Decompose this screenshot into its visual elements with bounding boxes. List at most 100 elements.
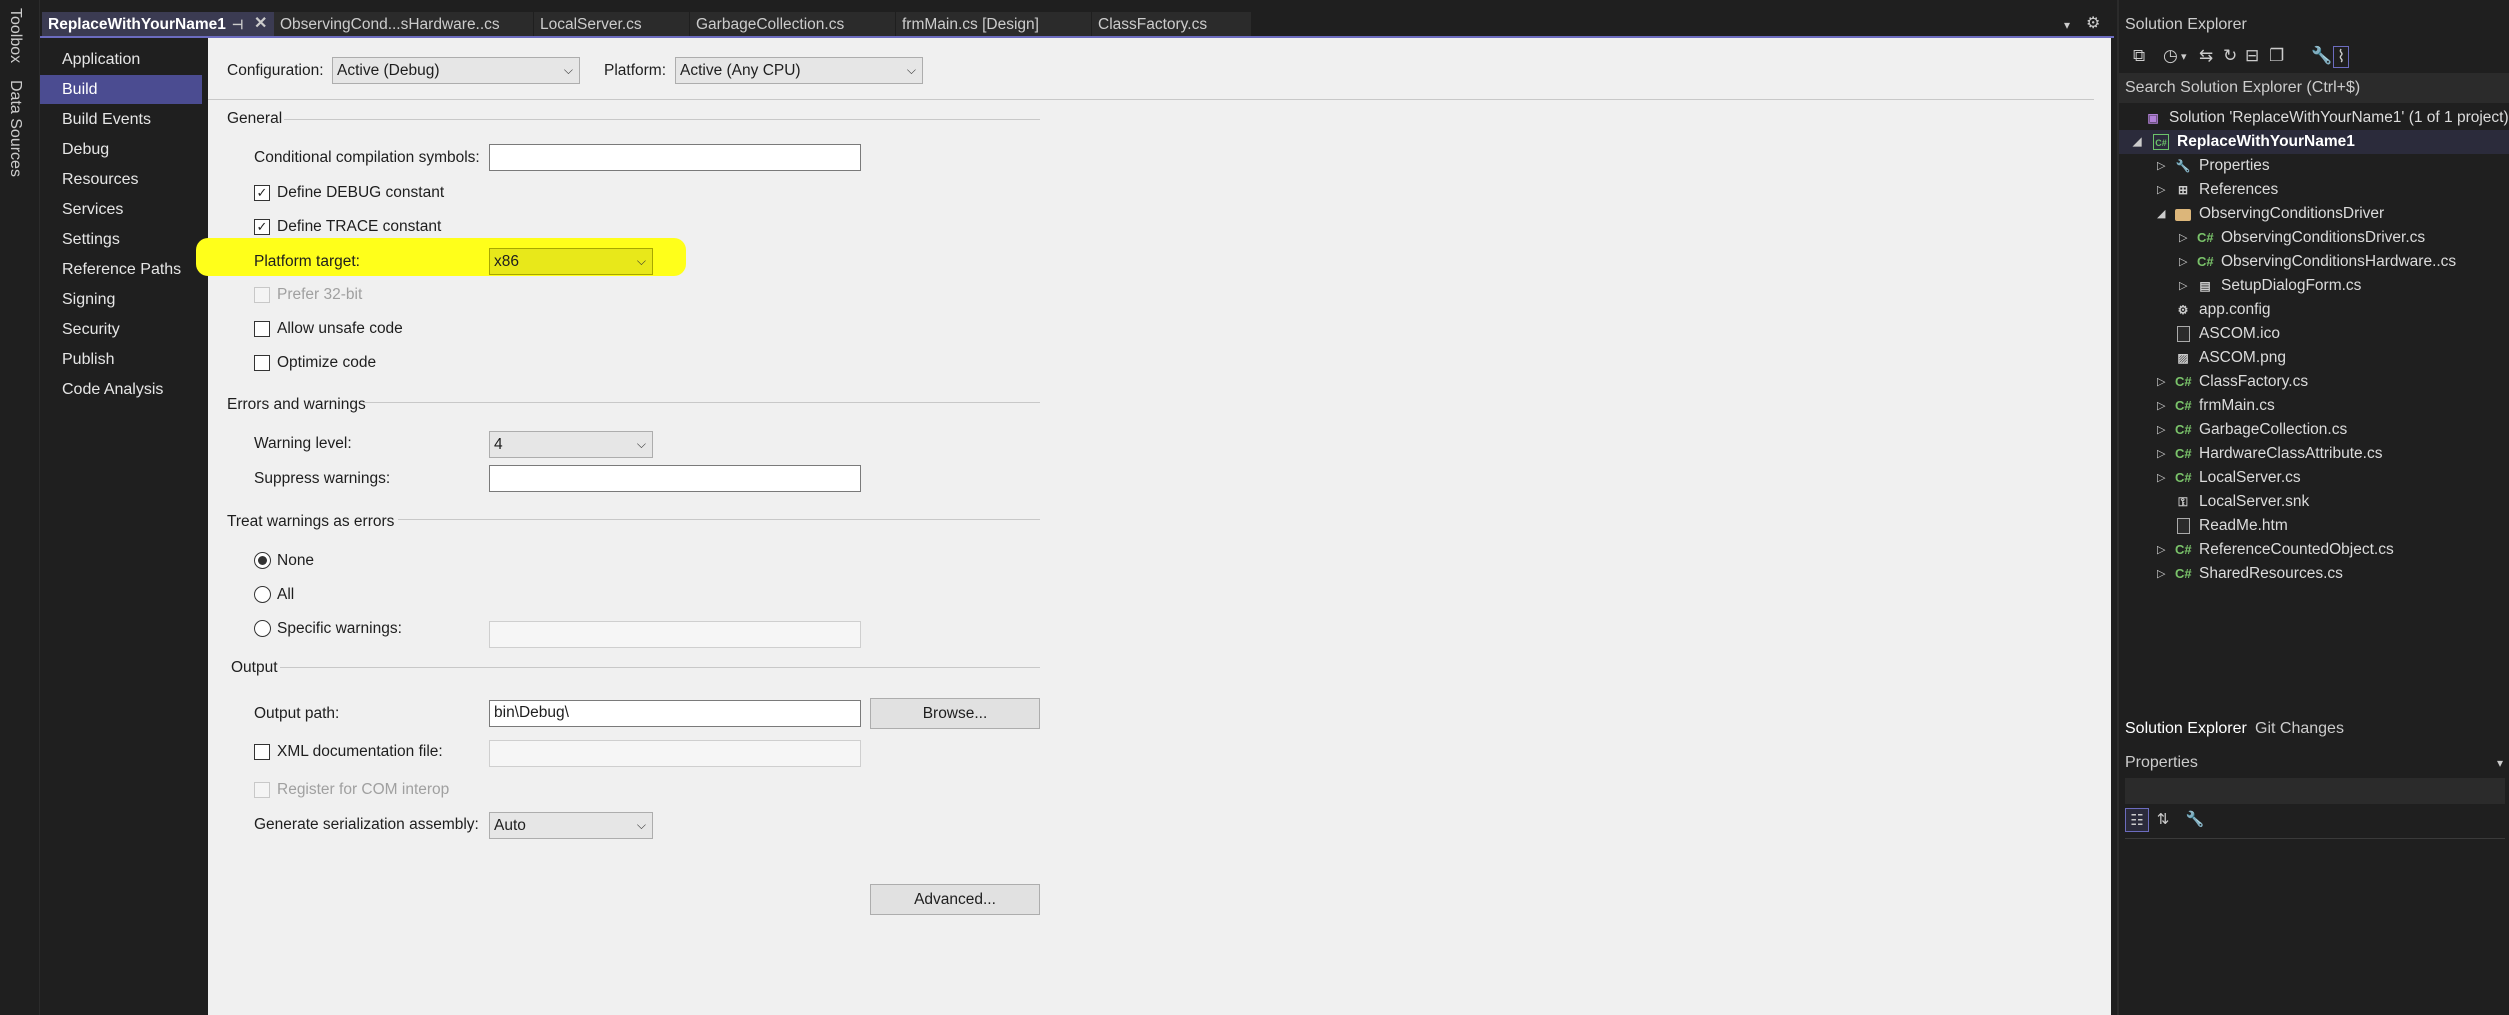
tree-refcounted[interactable]: ▷ C# ReferenceCountedObject.cs xyxy=(2119,538,2394,562)
tab-classfactory[interactable]: ClassFactory.cs xyxy=(1092,12,1252,37)
refresh-icon[interactable]: ↻ xyxy=(2223,46,2237,66)
chevron-down-icon[interactable]: ▾ xyxy=(2181,50,2187,63)
tree-references[interactable]: ▷ ⊞ References xyxy=(2119,178,2278,202)
tab-dropdown-icon[interactable]: ▾ xyxy=(2064,17,2070,33)
preview-icon[interactable]: ⌇ xyxy=(2333,46,2350,68)
serialization-label: Generate serialization assembly: xyxy=(254,816,479,833)
expand-arrow-icon[interactable]: ▷ xyxy=(2157,394,2165,418)
warning-level-combo[interactable]: 4 ⌵ xyxy=(489,431,653,458)
pin-icon[interactable]: ⊣ xyxy=(232,17,243,33)
sync-icon[interactable]: ⇆ xyxy=(2199,46,2213,66)
tree-project[interactable]: ◢ C# ReplaceWithYourName1 xyxy=(2119,130,2509,154)
chevron-down-icon: ⌵ xyxy=(563,63,573,77)
toolbox-tab[interactable]: Toolbox xyxy=(6,8,24,63)
tab-replacewithyourname1[interactable]: ReplaceWithYourName1 ⊣ ✕ xyxy=(42,12,274,37)
tab-frmmain-design[interactable]: frmMain.cs [Design] xyxy=(896,12,1092,37)
tree-garbage[interactable]: ▷ C# GarbageCollection.cs xyxy=(2119,418,2347,442)
nav-build-events[interactable]: Build Events xyxy=(40,105,202,134)
tree-label: ASCOM.png xyxy=(2199,349,2287,366)
collapse-all-icon[interactable]: ⊟ xyxy=(2245,46,2259,66)
tree-setup-file[interactable]: ▷ ▤ SetupDialogForm.cs xyxy=(2119,274,2361,298)
conditional-symbols-input[interactable] xyxy=(489,144,861,171)
tab-git-changes[interactable]: Git Changes xyxy=(2249,716,2350,742)
properties-object-combo[interactable] xyxy=(2125,778,2505,804)
xml-doc-checkbox[interactable] xyxy=(254,744,270,760)
tree-shared[interactable]: ▷ C# SharedResources.cs xyxy=(2119,562,2343,586)
expand-arrow-icon[interactable]: ▷ xyxy=(2179,226,2187,250)
tab-observingconditionshardware[interactable]: ObservingCond...sHardware..cs xyxy=(274,12,534,37)
nav-signing[interactable]: Signing xyxy=(40,285,202,314)
define-trace-checkbox[interactable]: ✓ xyxy=(254,219,270,235)
tree-properties[interactable]: ▷ 🔧 Properties xyxy=(2119,154,2270,178)
expand-arrow-icon[interactable]: ▷ xyxy=(2157,418,2165,442)
tree-ocd-file[interactable]: ▷ C# ObservingConditionsDriver.cs xyxy=(2119,226,2425,250)
expand-arrow-icon[interactable]: ▷ xyxy=(2157,178,2165,202)
expand-arrow-icon[interactable]: ▷ xyxy=(2179,274,2187,298)
nav-resources[interactable]: Resources xyxy=(40,165,202,194)
tree-frmmain[interactable]: ▷ C# frmMain.cs xyxy=(2119,394,2275,418)
csharp-file-icon: C# xyxy=(2197,230,2214,245)
switch-views-icon[interactable]: ⧉ xyxy=(2133,46,2145,66)
suppress-warnings-input[interactable] xyxy=(489,465,861,492)
gear-icon[interactable]: ⚙ xyxy=(2086,16,2100,32)
tree-appconfig[interactable]: ⚙ app.config xyxy=(2119,298,2271,322)
output-path-input[interactable]: bin\Debug\ xyxy=(489,700,861,727)
serialization-combo[interactable]: Auto ⌵ xyxy=(489,812,653,839)
allow-unsafe-checkbox[interactable] xyxy=(254,321,270,337)
nav-debug[interactable]: Debug xyxy=(40,135,202,164)
nav-build[interactable]: Build xyxy=(40,75,202,104)
solution-explorer-search[interactable]: Search Solution Explorer (Ctrl+$) xyxy=(2119,73,2509,103)
nav-publish[interactable]: Publish xyxy=(40,345,202,374)
tree-och-file[interactable]: ▷ C# ObservingConditionsHardware..cs xyxy=(2119,250,2456,274)
tree-hwattr[interactable]: ▷ C# HardwareClassAttribute.cs xyxy=(2119,442,2382,466)
wrench-icon[interactable]: 🔧 xyxy=(2311,46,2332,66)
expand-arrow-icon[interactable]: ▷ xyxy=(2179,250,2187,274)
collapse-arrow-icon[interactable]: ◢ xyxy=(2133,130,2141,154)
copy-icon[interactable]: ❐ xyxy=(2269,46,2284,66)
tree-ascom-png[interactable]: ▨ ASCOM.png xyxy=(2119,346,2286,370)
tree-localserver[interactable]: ▷ C# LocalServer.cs xyxy=(2119,466,2301,490)
categorized-icon[interactable]: ☷ xyxy=(2125,808,2149,832)
nav-settings[interactable]: Settings xyxy=(40,225,202,254)
platform-target-combo[interactable]: x86 ⌵ xyxy=(489,248,653,275)
expand-arrow-icon[interactable]: ▷ xyxy=(2157,442,2165,466)
define-debug-checkbox[interactable]: ✓ xyxy=(254,185,270,201)
optimize-code-checkbox[interactable] xyxy=(254,355,270,371)
treat-none-radio[interactable] xyxy=(254,552,271,569)
nav-security[interactable]: Security xyxy=(40,315,202,344)
platform-combo[interactable]: Active (Any CPU) ⌵ xyxy=(675,57,923,84)
nav-application[interactable]: Application xyxy=(40,45,202,74)
platform-target-value: x86 xyxy=(494,253,519,270)
tree-ascom-ico[interactable]: ASCOM.ico xyxy=(2119,322,2280,346)
tab-solution-explorer[interactable]: Solution Explorer xyxy=(2119,716,2253,742)
expand-arrow-icon[interactable]: ▷ xyxy=(2157,538,2165,562)
nav-code-analysis[interactable]: Code Analysis xyxy=(40,375,202,404)
tree-observing-folder[interactable]: ◢ ObservingConditionsDriver xyxy=(2119,202,2384,226)
nav-services[interactable]: Services xyxy=(40,195,202,224)
collapse-arrow-icon[interactable]: ◢ xyxy=(2157,202,2165,226)
history-icon[interactable]: ◷ xyxy=(2163,46,2178,66)
tree-readme[interactable]: ReadMe.htm xyxy=(2119,514,2288,538)
browse-button[interactable]: Browse... xyxy=(870,698,1040,729)
treat-specific-label: Specific warnings: xyxy=(277,620,402,637)
expand-arrow-icon[interactable]: ▷ xyxy=(2157,466,2165,490)
configuration-combo[interactable]: Active (Debug) ⌵ xyxy=(332,57,580,84)
chevron-down-icon[interactable]: ▾ xyxy=(2497,750,2503,776)
data-sources-tab[interactable]: Data Sources xyxy=(6,80,24,177)
tree-label: ASCOM.ico xyxy=(2199,325,2280,342)
advanced-button[interactable]: Advanced... xyxy=(870,884,1040,915)
treat-specific-radio[interactable] xyxy=(254,620,271,637)
expand-arrow-icon[interactable]: ▷ xyxy=(2157,370,2165,394)
nav-reference-paths[interactable]: Reference Paths xyxy=(40,255,202,284)
property-pages-icon[interactable]: 🔧 xyxy=(2183,808,2207,832)
expand-arrow-icon[interactable]: ▷ xyxy=(2157,154,2165,178)
expand-arrow-icon[interactable]: ▷ xyxy=(2157,562,2165,586)
tab-garbagecollection[interactable]: GarbageCollection.cs xyxy=(690,12,896,37)
tree-solution[interactable]: ▣ Solution 'ReplaceWithYourName1' (1 of … xyxy=(2145,106,2508,130)
tab-localserver[interactable]: LocalServer.cs xyxy=(534,12,690,37)
treat-all-radio[interactable] xyxy=(254,586,271,603)
alphabetical-icon[interactable]: ⇅ xyxy=(2151,808,2175,832)
tree-classfactory[interactable]: ▷ C# ClassFactory.cs xyxy=(2119,370,2308,394)
tree-localserver-snk[interactable]: ⚿ LocalServer.snk xyxy=(2119,490,2309,514)
close-icon[interactable]: ✕ xyxy=(254,16,267,32)
